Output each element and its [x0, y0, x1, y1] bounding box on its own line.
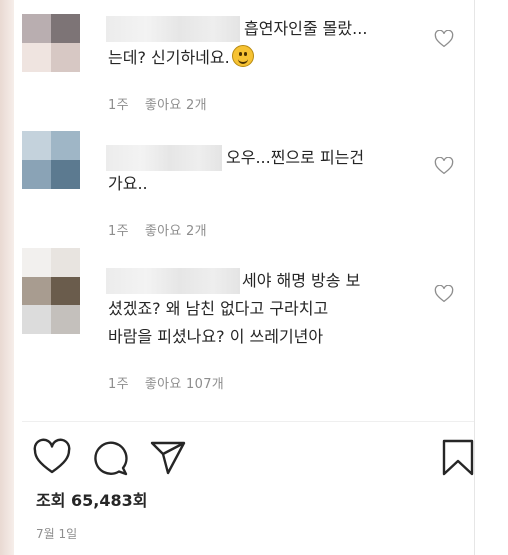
- comment-item: 세야 해명 방송 보 셨겠죠? 왜 남친 없다고 구라치고 바람을 피셨나요? …: [22, 248, 472, 398]
- comment-text-line1: 세야 해명 방송 보: [242, 271, 361, 290]
- avatar-tile: [22, 14, 51, 43]
- avatar-tile: [51, 276, 80, 306]
- avatar-tile: [22, 131, 51, 160]
- comment-text-line1: 오우...찐으로 피는건: [226, 148, 365, 167]
- heart-outline-icon[interactable]: [32, 438, 72, 478]
- avatar-tile: [22, 43, 51, 72]
- background-photo-edge: [0, 0, 14, 555]
- comment-age: 1주: [108, 377, 129, 392]
- paper-plane-icon[interactable]: [148, 438, 188, 478]
- avatar-tile: [22, 276, 51, 306]
- view-count[interactable]: 조회 65,483회: [36, 487, 147, 511]
- avatar-tile: [22, 160, 51, 189]
- comment-item: 오우...찐으로 피는건 가요.. 1주 좋아요 2개: [22, 131, 472, 241]
- comment-age: 1주: [108, 98, 129, 113]
- comment-like-heart-icon[interactable]: [434, 285, 454, 303]
- username-blurred[interactable]: [106, 145, 222, 171]
- section-divider: [22, 421, 474, 422]
- comment-age: 1주: [108, 224, 129, 239]
- avatar-tile: [51, 43, 80, 72]
- comment-like-heart-icon[interactable]: [434, 157, 454, 175]
- comment-item: 흡연자인줄 몰랐... 는데? 신기하네요. 1주 좋아요 2개: [22, 14, 472, 114]
- avatar[interactable]: [22, 14, 80, 72]
- bookmark-icon[interactable]: [438, 438, 478, 478]
- avatar-tile: [51, 131, 80, 160]
- comment-meta: 1주 좋아요 2개: [108, 94, 207, 113]
- post-date: 7월 1일: [36, 527, 78, 541]
- avatar-tile: [22, 305, 51, 334]
- avatar-tile: [51, 305, 80, 334]
- avatar-tile: [51, 248, 80, 277]
- avatar-tile: [51, 160, 80, 189]
- comment-meta: 1주 좋아요 107개: [108, 373, 224, 392]
- comment-meta: 1주 좋아요 2개: [108, 220, 207, 239]
- smiling-face-icon: [231, 45, 254, 67]
- comment-likes-link[interactable]: 좋아요 107개: [145, 377, 224, 392]
- comment-text-line2: 가요..: [108, 174, 148, 193]
- username-blurred[interactable]: [106, 16, 240, 42]
- comment-likes-link[interactable]: 좋아요 2개: [145, 98, 207, 113]
- comment-text-line3: 바람을 피셨나요? 이 쓰레기년아: [108, 327, 324, 346]
- speech-bubble-icon[interactable]: [90, 438, 130, 478]
- comment-like-heart-icon[interactable]: [434, 30, 454, 48]
- comment-text-line1: 흡연자인줄 몰랐...: [244, 19, 368, 38]
- avatar-tile: [22, 248, 51, 277]
- comment-likes-link[interactable]: 좋아요 2개: [145, 224, 207, 239]
- comment-text-line2: 셨겠죠? 왜 남친 없다고 구라치고: [108, 299, 329, 318]
- avatar-tile: [51, 14, 80, 43]
- comment-text-line2: 는데? 신기하네요.: [108, 44, 254, 72]
- avatar[interactable]: [22, 248, 80, 334]
- username-blurred[interactable]: [106, 268, 240, 294]
- avatar[interactable]: [22, 131, 80, 189]
- more-ellipsis[interactable]: ...: [352, 19, 367, 38]
